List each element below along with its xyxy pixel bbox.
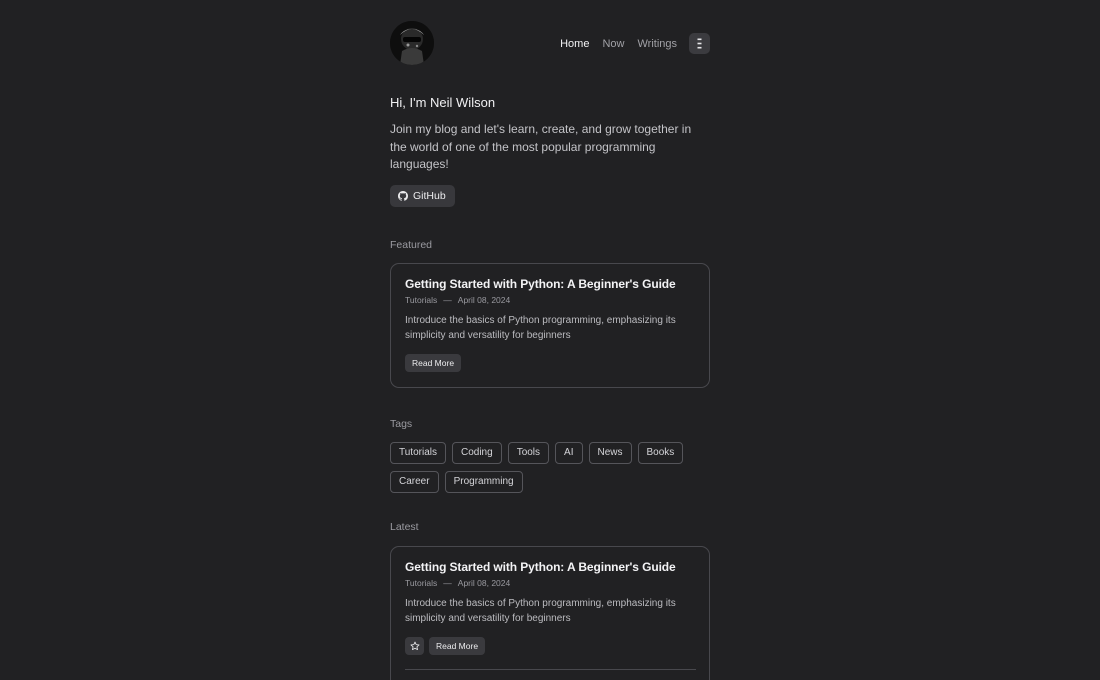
post-description: Introduce the basics of Python programmi… [405,315,676,341]
post-title[interactable]: Getting Started with Python: A Beginner'… [405,559,676,575]
site-header: Home Now Writings [390,21,710,66]
github-icon [398,191,408,201]
main-nav: Home Now Writings [547,33,710,54]
star-button[interactable] [405,637,424,655]
tag-career[interactable]: Career [390,471,439,493]
meta-separator: — [443,295,452,305]
github-label: GitHub [413,190,446,202]
nav-now[interactable]: Now [602,34,624,54]
post-category[interactable]: Tutorials [405,294,437,306]
featured-heading: Featured [390,239,433,251]
page-title: Hi, I'm Neil Wilson [390,95,496,110]
tag-coding[interactable]: Coding [451,442,502,464]
tags-heading: Tags [390,418,413,430]
post-date: April 08, 2024 [457,295,511,305]
meta-separator: — [443,578,452,588]
menu-dots-icon [697,38,702,49]
post-title[interactable]: Getting Started with Python: A Beginner'… [405,276,676,292]
nav-home[interactable]: Home [560,34,589,54]
divider [405,669,696,670]
star-icon [410,641,419,651]
post-meta: Tutorials — April 08, 2024 [405,577,510,589]
latest-post-card[interactable]: Getting Started with Python: A Beginner'… [390,546,710,680]
featured-post-card[interactable]: Getting Started with Python: A Beginner'… [390,263,710,388]
intro-text: Join my blog and let's learn, create, an… [390,122,692,171]
post-date: April 08, 2024 [457,578,511,588]
menu-button[interactable] [689,33,710,54]
tag-tools[interactable]: Tools [507,442,550,464]
tag-ai[interactable]: AI [555,442,583,464]
page: Home Now Writings Hi, I'm Neil Wilson Jo… [0,0,1100,680]
github-button[interactable]: GitHub [390,185,455,207]
post-meta: Tutorials — April 08, 2024 [405,294,510,306]
tag-news[interactable]: News [588,442,632,464]
tag-tutorials[interactable]: Tutorials [390,442,446,464]
tag-books[interactable]: Books [637,442,684,464]
post-category[interactable]: Tutorials [405,577,437,589]
nav-writings[interactable]: Writings [637,34,677,54]
tag-programming[interactable]: Programming [444,471,523,493]
read-more-button[interactable]: Read More [405,354,462,372]
avatar[interactable] [390,21,434,65]
post-description: Introduce the basics of Python programmi… [405,598,676,624]
latest-heading: Latest [390,521,419,533]
read-more-button[interactable]: Read More [429,637,486,655]
tag-list: Tutorials Coding Tools AI News Books Car… [390,442,720,500]
avatar-image [390,21,434,65]
